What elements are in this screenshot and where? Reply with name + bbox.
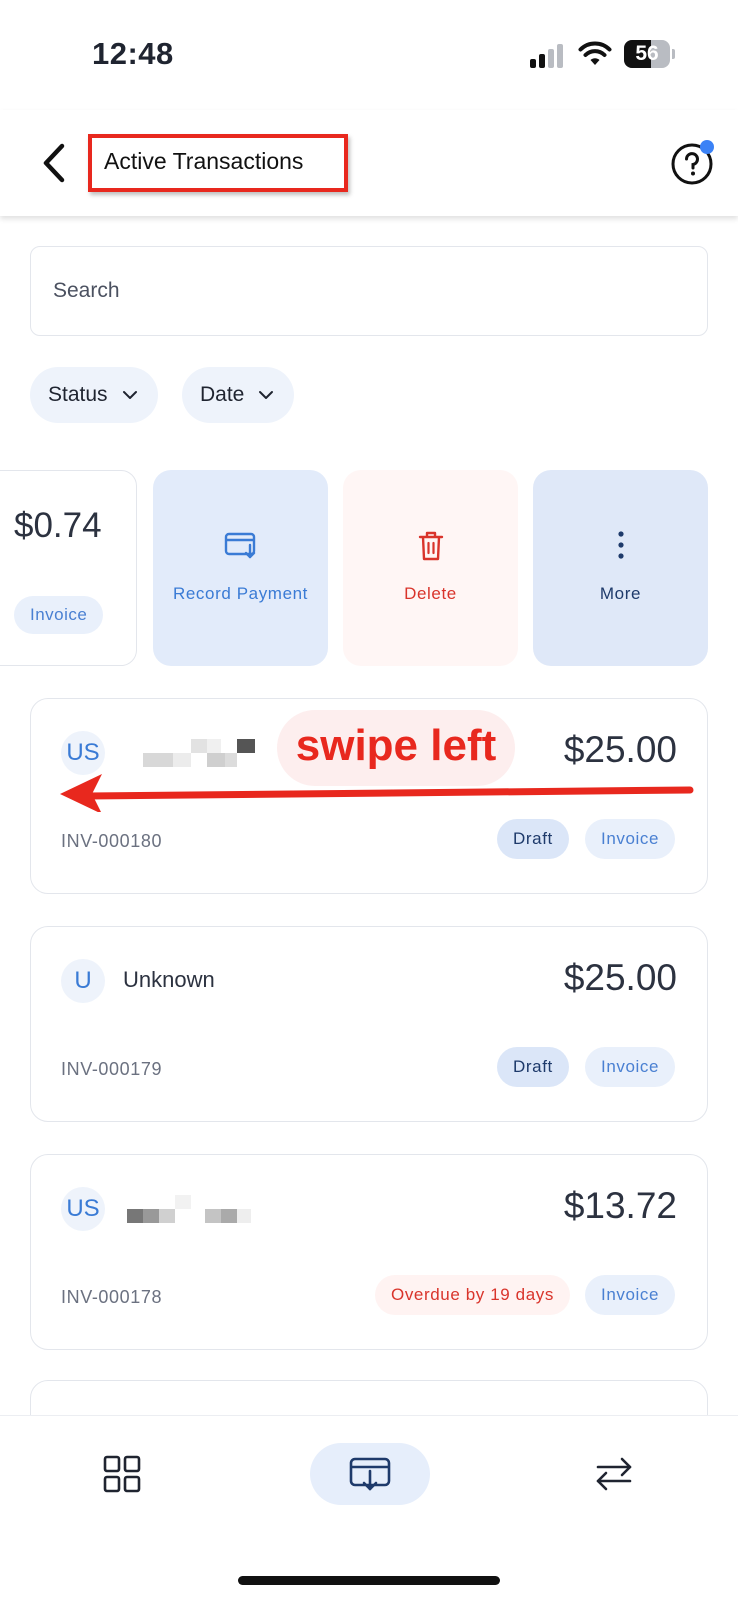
record-payment-button[interactable]: Record Payment [153, 470, 328, 666]
delete-label: Delete [404, 584, 457, 603]
record-payment-label: Record Payment [172, 584, 308, 603]
chevron-down-icon [259, 391, 274, 399]
search-field[interactable] [30, 246, 708, 336]
swap-arrows-icon [596, 1457, 632, 1491]
left-arrow-annotation-icon [60, 774, 694, 812]
wifi-icon [578, 41, 612, 65]
filter-date-label: Date [200, 383, 245, 406]
transaction-card[interactable]: US $13.72 INV-000178 Overdue by 19 days … [30, 1154, 708, 1350]
trash-icon [418, 531, 443, 561]
status-time: 12:48 [92, 36, 174, 71]
chevron-down-icon [122, 391, 137, 399]
transaction-amount: $25.00 [563, 729, 677, 770]
grid-icon [103, 1455, 141, 1493]
type-badge: Invoice [585, 819, 676, 859]
more-button[interactable]: More [533, 470, 708, 666]
inbox-download-icon [349, 1457, 391, 1491]
avatar: US [61, 731, 105, 775]
avatar: U [61, 959, 105, 1003]
invoice-number: INV-000180 [61, 831, 163, 851]
home-indicator[interactable] [238, 1576, 500, 1585]
app-header: Active Transactions [0, 110, 738, 216]
cellular-signal-icon [530, 44, 566, 68]
type-badge: Invoice [585, 1047, 676, 1087]
nav-dashboard[interactable] [92, 1443, 152, 1505]
status-badge: Draft [497, 819, 569, 859]
notification-dot [700, 140, 714, 154]
chevron-left-icon[interactable] [36, 140, 72, 186]
nav-transactions[interactable] [310, 1443, 430, 1505]
status-badge: Draft [497, 1047, 569, 1087]
swiped-type-badge: Invoice [14, 596, 104, 634]
redacted-name [143, 739, 263, 771]
transaction-amount: $25.00 [563, 957, 677, 998]
invoice-number: INV-000179 [61, 1059, 163, 1079]
redacted-name [127, 1195, 267, 1227]
search-input[interactable] [31, 247, 707, 335]
filter-status-label: Status [48, 383, 108, 406]
nav-transfers[interactable] [584, 1443, 644, 1505]
status-badge: Overdue by 19 days [375, 1275, 570, 1315]
vertical-dots-icon [617, 531, 624, 559]
page-title: Active Transactions [104, 148, 304, 174]
more-label: More [599, 584, 642, 603]
card-download-icon [224, 532, 255, 559]
transaction-amount: $13.72 [563, 1185, 677, 1226]
invoice-number: INV-000178 [61, 1287, 163, 1307]
avatar: US [61, 1187, 105, 1231]
swipe-left-annotation: swipe left [295, 721, 497, 770]
swiped-amount: $0.74 [14, 506, 102, 545]
swiped-transaction-card[interactable] [0, 470, 137, 666]
status-bar: 12:48 56 [0, 0, 738, 110]
filter-date[interactable]: Date [182, 367, 295, 423]
battery-level: 56 [635, 42, 659, 65]
filter-status[interactable]: Status [30, 367, 158, 423]
battery-icon: 56 [624, 40, 675, 68]
delete-button[interactable]: Delete [343, 470, 518, 666]
type-badge: Invoice [585, 1275, 676, 1315]
customer-name: Unknown [123, 967, 215, 992]
transaction-card[interactable]: U Unknown $25.00 INV-000179 Draft Invoic… [30, 926, 708, 1122]
